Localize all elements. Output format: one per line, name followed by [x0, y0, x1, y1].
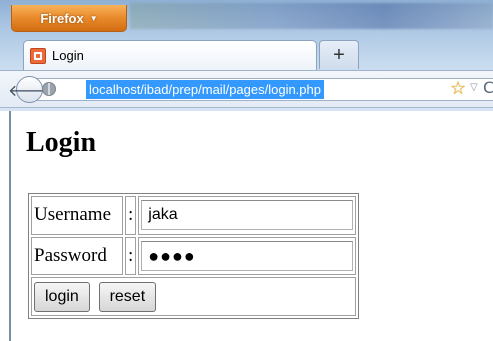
buttons-cell: login reset	[31, 277, 356, 316]
username-input[interactable]: jaka	[141, 200, 353, 231]
back-button[interactable]: 🡐	[8, 76, 51, 103]
page-title: Login	[26, 127, 97, 158]
tab-favicon	[30, 47, 46, 64]
tab-login[interactable]: Login	[23, 40, 317, 70]
tab-title: Login	[52, 48, 84, 63]
firefox-menu-button[interactable]: Firefox ▼	[11, 5, 127, 32]
reset-button[interactable]: reset	[98, 281, 157, 312]
username-separator: :	[125, 196, 137, 235]
username-row: Username : jaka	[31, 196, 356, 235]
username-cell: jaka	[138, 196, 356, 235]
new-tab-button[interactable]: +	[319, 40, 359, 69]
password-separator: :	[125, 236, 137, 276]
password-input[interactable]: ●●●●	[141, 240, 353, 271]
buttons-row: login reset	[31, 277, 356, 316]
firefox-menu-label: Firefox	[40, 10, 84, 26]
globe-icon[interactable]	[42, 82, 56, 96]
login-button[interactable]: login	[34, 281, 90, 312]
reload-icon[interactable]: C	[483, 78, 493, 97]
url-text[interactable]: localhost/ibad/prep/mail/pages/login.php	[86, 80, 324, 99]
username-label: Username	[31, 196, 123, 235]
firefox-menu-caret-icon: ▼	[89, 13, 98, 23]
title-bar-background	[130, 3, 493, 29]
password-row: Password : ●●●●	[31, 236, 356, 276]
password-label: Password	[31, 236, 123, 276]
bookmark-star-icon[interactable]: ☆	[450, 78, 466, 99]
login-form-table: Username : jaka Password : ●●●● login re…	[28, 193, 359, 319]
password-cell: ●●●●	[138, 236, 356, 276]
dropdown-icon[interactable]: ▽	[470, 82, 478, 93]
